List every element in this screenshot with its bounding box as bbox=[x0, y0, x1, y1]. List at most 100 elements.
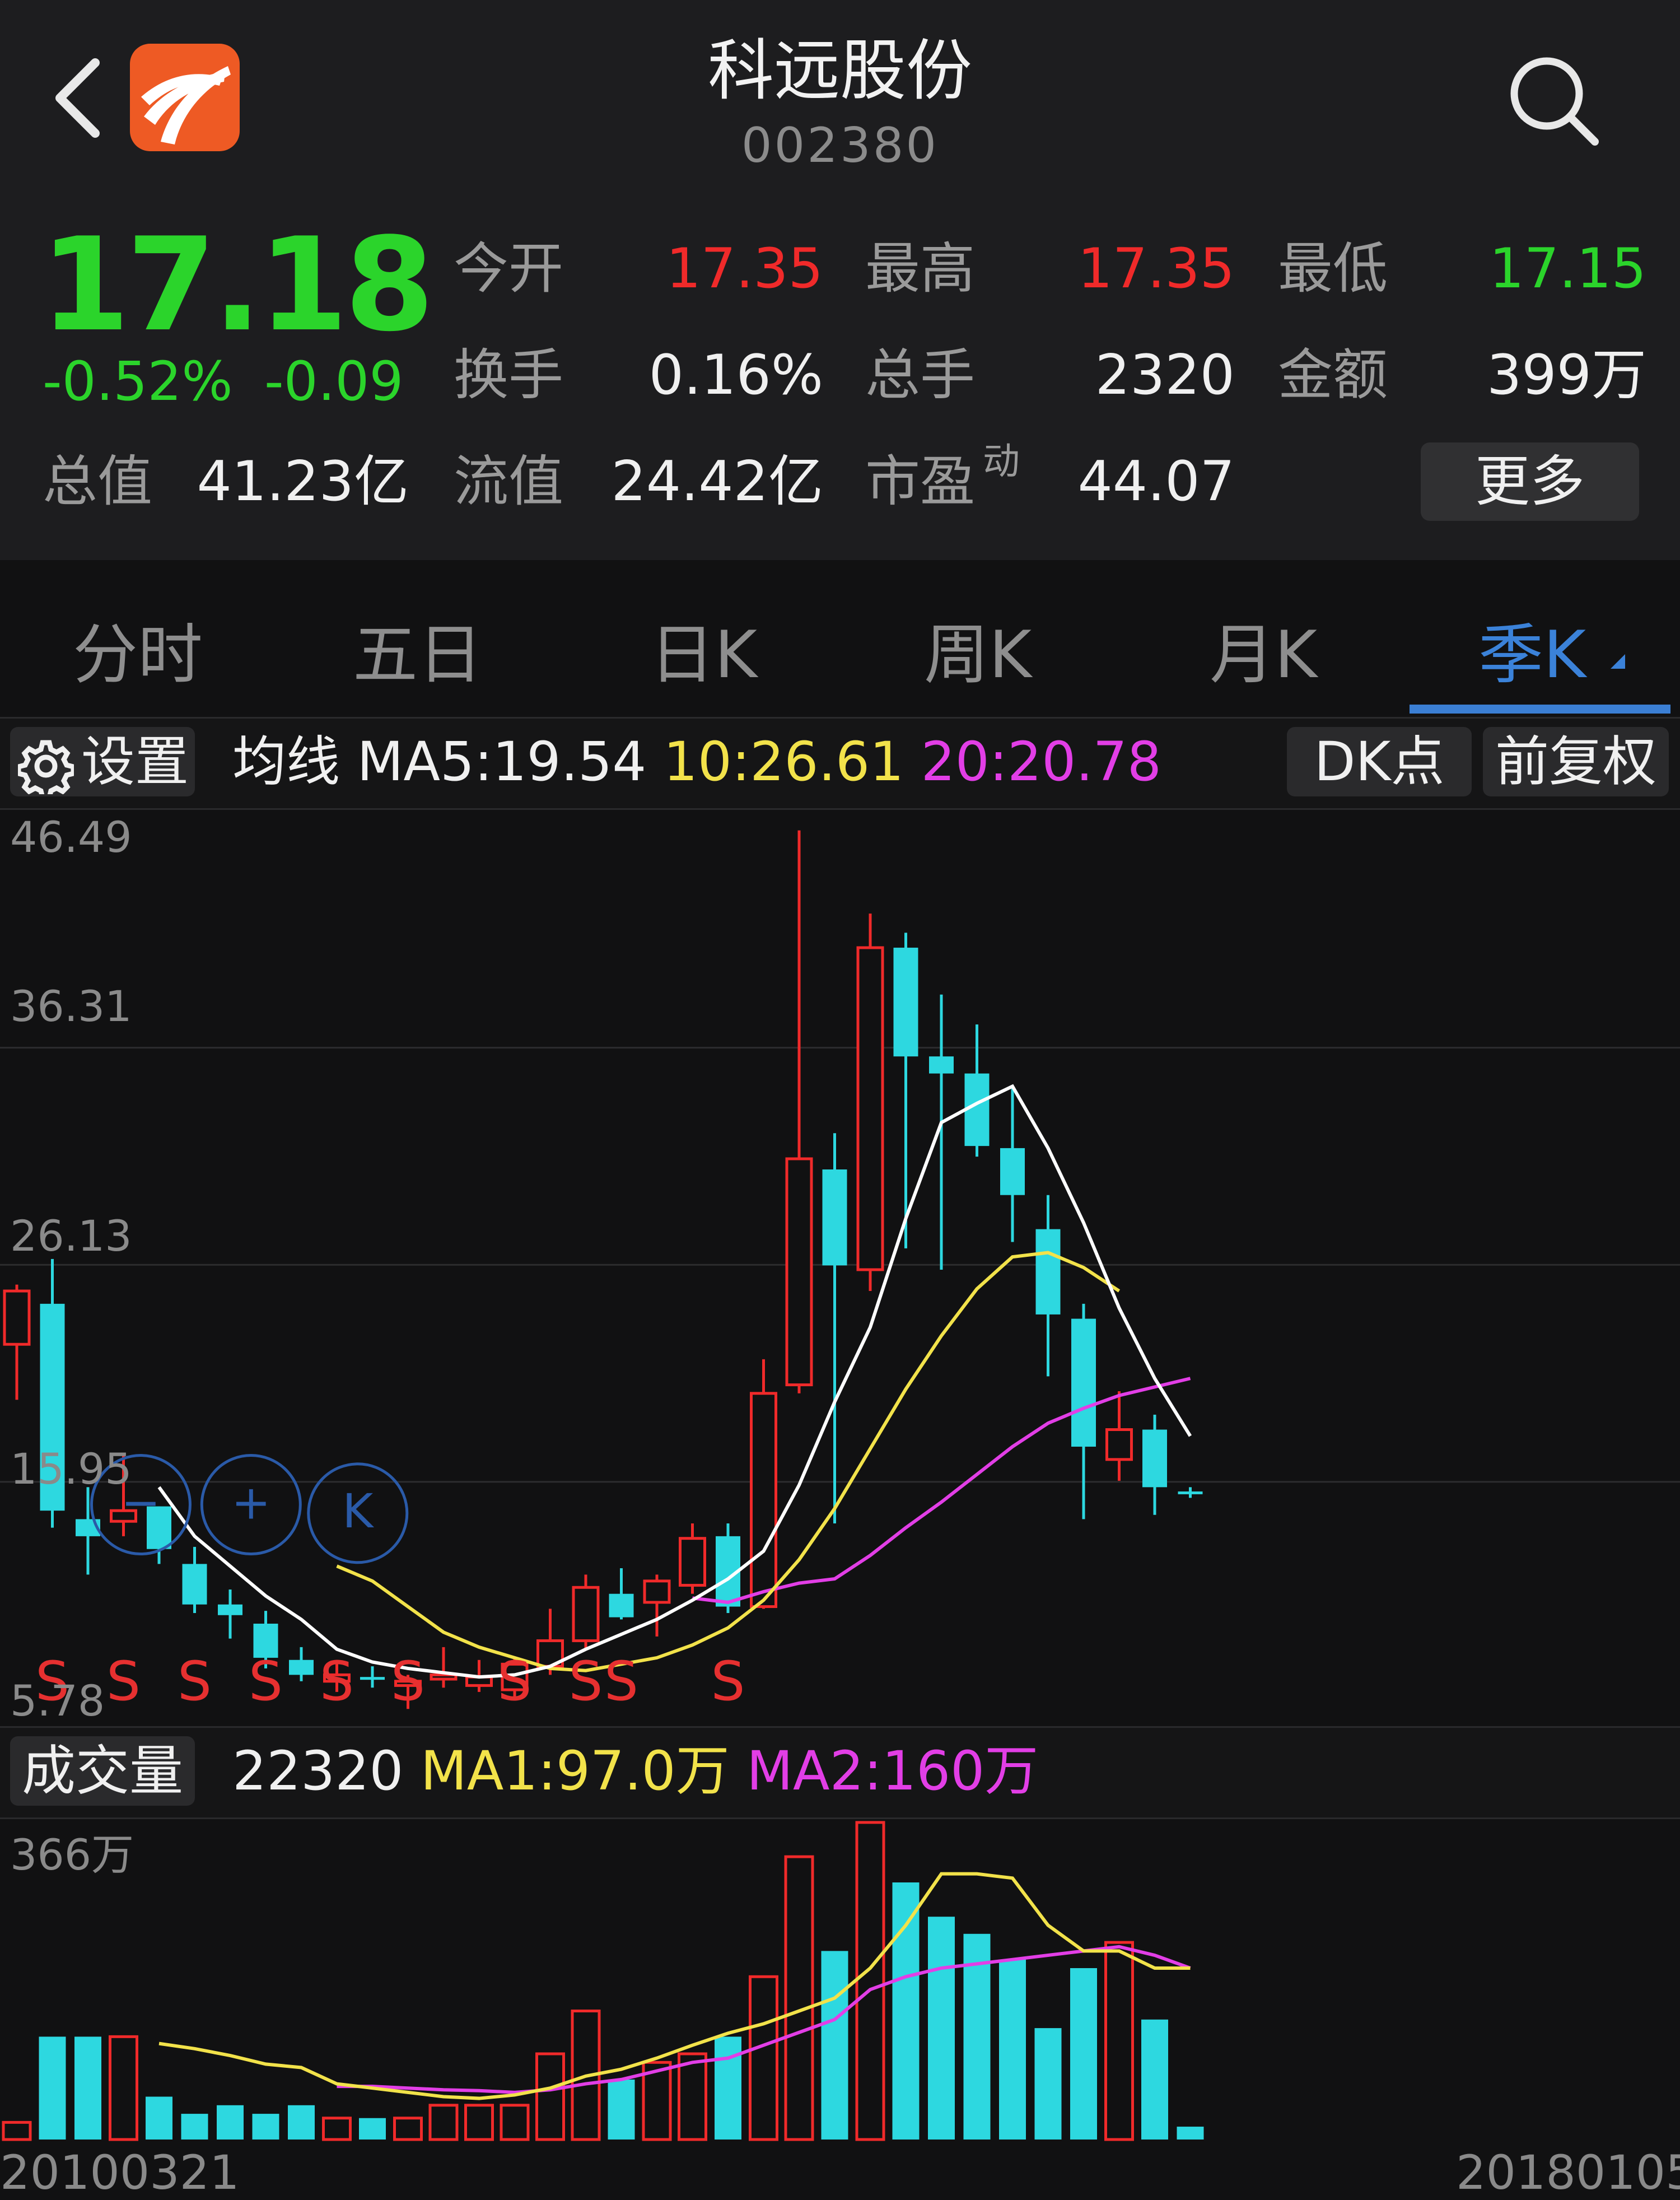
change-amount: -0.09 bbox=[264, 350, 404, 413]
candle-body bbox=[1035, 1229, 1061, 1315]
candle-body bbox=[822, 1169, 847, 1266]
volume-bar bbox=[1177, 2127, 1204, 2140]
candle-body bbox=[182, 1564, 207, 1605]
volume-bar bbox=[749, 1975, 778, 2141]
vol-ma1-value: MA1:97.0万 bbox=[420, 1740, 730, 1802]
ma-title: 均线 bbox=[232, 730, 340, 793]
settings-label: 设置 bbox=[81, 730, 189, 793]
volume-chart[interactable] bbox=[0, 1817, 1680, 2145]
volume-bar bbox=[2, 2120, 32, 2141]
event-marker-symbol: + bbox=[231, 1475, 270, 1530]
volume-bar bbox=[252, 2114, 279, 2140]
open-label: 今开 bbox=[454, 237, 564, 301]
end-date: 20180105 bbox=[1456, 2145, 1680, 2200]
turnover-value: 0.16% bbox=[648, 343, 823, 407]
volume-value: 22320 bbox=[232, 1740, 404, 1802]
low-label: 最低 bbox=[1278, 237, 1388, 301]
ma5-line bbox=[157, 1084, 1192, 1679]
volume-bar bbox=[1070, 1968, 1097, 2140]
volume-bar bbox=[1034, 2028, 1062, 2140]
more-button[interactable]: 更多 bbox=[1421, 442, 1639, 521]
volume-indicator-button[interactable]: 成交量 bbox=[10, 1736, 195, 1806]
corner-triangle-icon bbox=[1611, 654, 1625, 669]
volume-bar bbox=[892, 1882, 920, 2140]
tab-weekly-k[interactable]: 周K bbox=[924, 602, 1032, 696]
y-tick-label: 36.31 bbox=[10, 981, 132, 1031]
candle-body bbox=[856, 946, 884, 1271]
event-marker-symbol: K bbox=[342, 1484, 374, 1539]
candle-body bbox=[1142, 1429, 1167, 1488]
candle-body bbox=[643, 1579, 671, 1604]
active-tab-indicator bbox=[1410, 705, 1670, 714]
ma10-value: 10:26.61 bbox=[663, 730, 904, 793]
ma5-value: MA5:19.54 bbox=[357, 730, 647, 793]
volume-legend: 22320 MA1:97.0万 MA2:160万 bbox=[232, 1736, 1038, 1806]
volume-bar bbox=[855, 1821, 885, 2141]
pe-superscript: 动 bbox=[983, 440, 1020, 483]
volume-y-tick: 366万 bbox=[10, 1830, 134, 1880]
turnover-label: 换手 bbox=[454, 343, 564, 407]
search-icon[interactable] bbox=[1506, 53, 1602, 148]
candle-body bbox=[609, 1593, 634, 1618]
forward-adjust-button[interactable]: 前复权 bbox=[1483, 727, 1669, 796]
candle-body bbox=[289, 1660, 314, 1675]
stock-name: 科远股份 bbox=[707, 32, 972, 109]
volume-bar bbox=[821, 1951, 848, 2140]
candle-body bbox=[360, 1677, 385, 1680]
volume-bar bbox=[715, 2036, 741, 2140]
volume-bar bbox=[500, 2104, 530, 2141]
tab-daily-k[interactable]: 日K bbox=[650, 602, 757, 696]
low-value: 17.15 bbox=[1489, 237, 1646, 301]
y-tick-label: 5.78 bbox=[10, 1676, 105, 1726]
candle-body bbox=[572, 1586, 600, 1642]
tab-intraday[interactable]: 分时 bbox=[73, 602, 203, 696]
volume-bar bbox=[146, 2096, 172, 2140]
open-value: 17.35 bbox=[666, 237, 823, 301]
volume-bar bbox=[928, 1917, 955, 2140]
stock-code: 002380 bbox=[741, 118, 939, 174]
high-label: 最高 bbox=[865, 237, 976, 301]
volume-bar bbox=[784, 1855, 814, 2141]
signal-s-mark: S bbox=[320, 1650, 354, 1713]
candle-body bbox=[218, 1604, 242, 1615]
signal-s-mark: S bbox=[178, 1650, 212, 1713]
float-cap-label: 流值 bbox=[454, 450, 564, 514]
volume-bar bbox=[359, 2118, 386, 2140]
volume-bar bbox=[464, 2104, 494, 2141]
candle-body bbox=[893, 948, 918, 1057]
volume-bar bbox=[608, 2079, 635, 2140]
candle-body bbox=[785, 1157, 813, 1387]
signal-s-mark: S bbox=[711, 1650, 745, 1713]
candle-body bbox=[430, 1673, 458, 1681]
signal-s-mark: S bbox=[569, 1650, 603, 1713]
volume-bar bbox=[393, 2117, 423, 2141]
candle-body bbox=[3, 1289, 31, 1346]
dk-points-button[interactable]: DK点 bbox=[1287, 727, 1472, 796]
start-date: 20100321 bbox=[0, 2145, 240, 2200]
candle-body bbox=[1071, 1318, 1096, 1447]
ma20-value: 20:20.78 bbox=[921, 730, 1161, 793]
volume-bar bbox=[535, 2052, 565, 2141]
candle-body bbox=[750, 1392, 777, 1609]
amount-value: 399万 bbox=[1486, 343, 1646, 407]
pe-value: 44.07 bbox=[1077, 450, 1235, 514]
kline-chart[interactable]: S S S S S S S S S S− + K bbox=[0, 808, 1680, 1725]
volume-label: 总手 bbox=[865, 343, 976, 407]
signal-s-mark: S bbox=[498, 1650, 532, 1713]
change-percent: -0.52% bbox=[43, 350, 233, 413]
volume-bar bbox=[109, 2035, 138, 2141]
ma-legend: 均线 MA5:19.54 10:26.61 20:20.78 bbox=[232, 727, 1161, 796]
tab-quarterly-k[interactable]: 季K bbox=[1478, 602, 1586, 696]
signal-s-mark: S bbox=[391, 1650, 425, 1713]
candle-body bbox=[1178, 1491, 1203, 1494]
volume-bar bbox=[39, 2036, 66, 2140]
volume-bar bbox=[217, 2105, 244, 2140]
candle-body bbox=[679, 1537, 706, 1587]
volume-bar bbox=[999, 1959, 1026, 2140]
float-cap-value: 24.42亿 bbox=[611, 450, 823, 514]
tab-five-day[interactable]: 五日 bbox=[353, 602, 483, 696]
period-tabs bbox=[0, 560, 1680, 716]
tab-monthly-k[interactable]: 月K bbox=[1210, 602, 1317, 696]
signal-s-mark: S bbox=[249, 1650, 283, 1713]
signal-s-mark: S bbox=[106, 1650, 141, 1713]
